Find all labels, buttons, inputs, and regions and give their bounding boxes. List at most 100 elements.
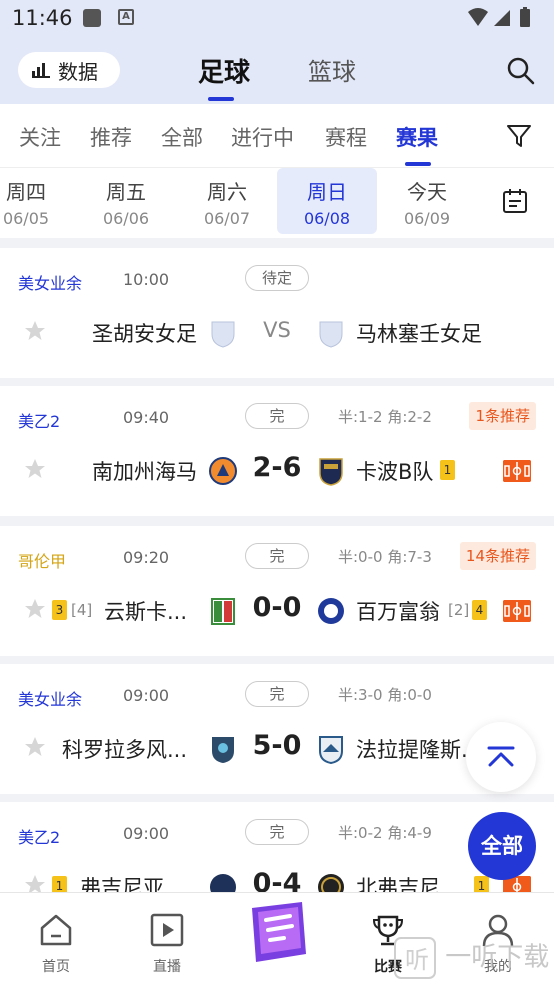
star-icon[interactable] [24, 320, 46, 342]
pitch-icon[interactable] [503, 460, 531, 482]
home-icon [40, 914, 72, 946]
nav-home[interactable]: 首页 [6, 893, 106, 984]
tab-schedule[interactable]: 赛程 [325, 122, 367, 152]
search-icon[interactable] [506, 56, 536, 86]
away-crest-icon [319, 458, 343, 486]
match-score: 0-0 [252, 592, 302, 623]
away-team: 卡波B队 [356, 460, 434, 484]
tab-indicator [208, 97, 234, 101]
date-day: 今天 [407, 180, 447, 204]
match-status: 完 [245, 819, 309, 845]
vs-label: VS [263, 318, 291, 342]
tab-follow[interactable]: 关注 [19, 122, 61, 152]
star-icon[interactable] [24, 598, 46, 620]
date-value: 06/06 [102, 209, 150, 228]
match-card[interactable]: 哥伦甲 09:20 完 半:0-0 角:7-3 14条推荐 3 [4] 云斯卡.… [0, 526, 554, 656]
date-value: 06/08 [303, 209, 351, 228]
league-name: 美乙2 [18, 828, 61, 847]
nav-label: 直播 [153, 959, 181, 975]
yellow-card-badge: 3 [52, 600, 67, 620]
league-name: 美女业余 [18, 690, 83, 709]
date-item-selected[interactable]: 周日 06/08 [277, 168, 377, 234]
date-value: 06/05 [2, 209, 50, 228]
filter-icon[interactable] [506, 124, 532, 148]
date-value: 06/09 [403, 209, 451, 228]
tab-football[interactable]: 足球 [198, 52, 250, 89]
data-button[interactable]: 数据 [18, 52, 120, 88]
status-time: 11:46 [12, 6, 73, 30]
match-status: 完 [245, 543, 309, 569]
away-crest-icon [319, 736, 343, 764]
date-item[interactable]: 今天 06/09 [377, 168, 477, 234]
match-time: 09:00 [123, 824, 170, 843]
status-bar: 11:46 A [0, 0, 554, 38]
play-icon [150, 913, 184, 947]
home-team: 科罗拉多风... [62, 738, 188, 762]
match-status: 完 [245, 681, 309, 707]
recommend-badge[interactable]: 14条推荐 [459, 542, 536, 570]
match-time: 09:40 [123, 408, 170, 427]
match-card[interactable]: 美乙2 09:40 完 半:1-2 角:2-2 1条推荐 南加州海马 2-6 卡… [0, 386, 554, 516]
bar-chart-icon [32, 63, 50, 78]
filter-tab-indicator [405, 162, 431, 166]
notification-icon [83, 9, 101, 27]
tab-basketball[interactable]: 篮球 [308, 52, 356, 87]
date-day: 周日 [307, 180, 347, 204]
away-team: 马林塞壬女足 [356, 322, 482, 346]
date-item[interactable]: 周五 06/06 [76, 168, 176, 234]
league-name: 美乙2 [18, 412, 61, 431]
match-card[interactable]: 美女业余 10:00 待定 圣胡安女足 VS 马林塞壬女足 [0, 248, 554, 378]
star-icon[interactable] [24, 736, 46, 758]
watermark: 听 一听下载 [393, 936, 549, 980]
match-time: 09:00 [123, 686, 170, 705]
pitch-icon[interactable] [503, 600, 531, 622]
away-team: 百万富翁 [356, 600, 440, 624]
yellow-card-badge: 1 [440, 460, 455, 480]
svg-text:听: 听 [405, 946, 429, 974]
date-day: 周四 [6, 180, 46, 204]
league-name: 美女业余 [18, 274, 83, 293]
nav-live[interactable]: 直播 [117, 893, 217, 984]
watermark-logo-icon: 听 [394, 937, 436, 979]
watermark-text: 一听下载 [445, 942, 550, 973]
match-score: 2-6 [252, 452, 302, 483]
star-icon[interactable] [24, 458, 46, 480]
tab-all[interactable]: 全部 [161, 122, 203, 152]
league-name: 哥伦甲 [18, 552, 67, 571]
home-crest-icon [211, 321, 235, 348]
signal-battery-icon [468, 7, 530, 27]
home-crest-icon [209, 457, 237, 485]
match-time: 09:20 [123, 548, 170, 567]
match-status: 完 [245, 403, 309, 429]
recommend-badge[interactable]: 1条推荐 [469, 402, 536, 430]
home-team: 圣胡安女足 [92, 322, 197, 346]
match-score: 5-0 [252, 730, 302, 761]
calendar-icon[interactable] [502, 188, 528, 214]
sim-icon: A [118, 9, 134, 25]
half-corner-info: 半:0-0 角:7-3 [338, 548, 432, 566]
scroll-top-button[interactable] [466, 722, 536, 792]
nav-label: 首页 [42, 959, 70, 975]
filter-tabs: 关注 推荐 全部 进行中 赛程 赛果 [0, 104, 554, 168]
date-day: 周六 [207, 180, 247, 204]
tab-live[interactable]: 进行中 [231, 122, 294, 152]
tab-recommend[interactable]: 推荐 [90, 122, 132, 152]
date-value: 06/07 [203, 209, 251, 228]
date-selector: 周四 06/05 周五 06/06 周六 06/07 周日 06/08 今天 0… [0, 168, 554, 238]
date-day: 周五 [106, 180, 146, 204]
promo-badge-icon[interactable] [244, 898, 310, 968]
app-header: 数据 足球 篮球 [0, 38, 554, 104]
away-rank: [2] [448, 601, 470, 619]
date-item[interactable]: 周四 06/05 [0, 168, 76, 234]
arrow-up-icon [487, 746, 515, 767]
home-rank: [4] [71, 601, 93, 619]
half-corner-info: 半:1-2 角:2-2 [338, 408, 432, 426]
date-item[interactable]: 周六 06/07 [177, 168, 277, 234]
away-crest-icon [318, 598, 344, 624]
match-status: 待定 [245, 265, 309, 291]
all-button[interactable]: 全部 [468, 812, 536, 880]
tab-results[interactable]: 赛果 [396, 122, 438, 152]
data-button-label: 数据 [58, 59, 98, 84]
half-corner-info: 半:3-0 角:0-0 [338, 686, 432, 704]
away-team: 法拉提隆斯... [356, 738, 466, 762]
